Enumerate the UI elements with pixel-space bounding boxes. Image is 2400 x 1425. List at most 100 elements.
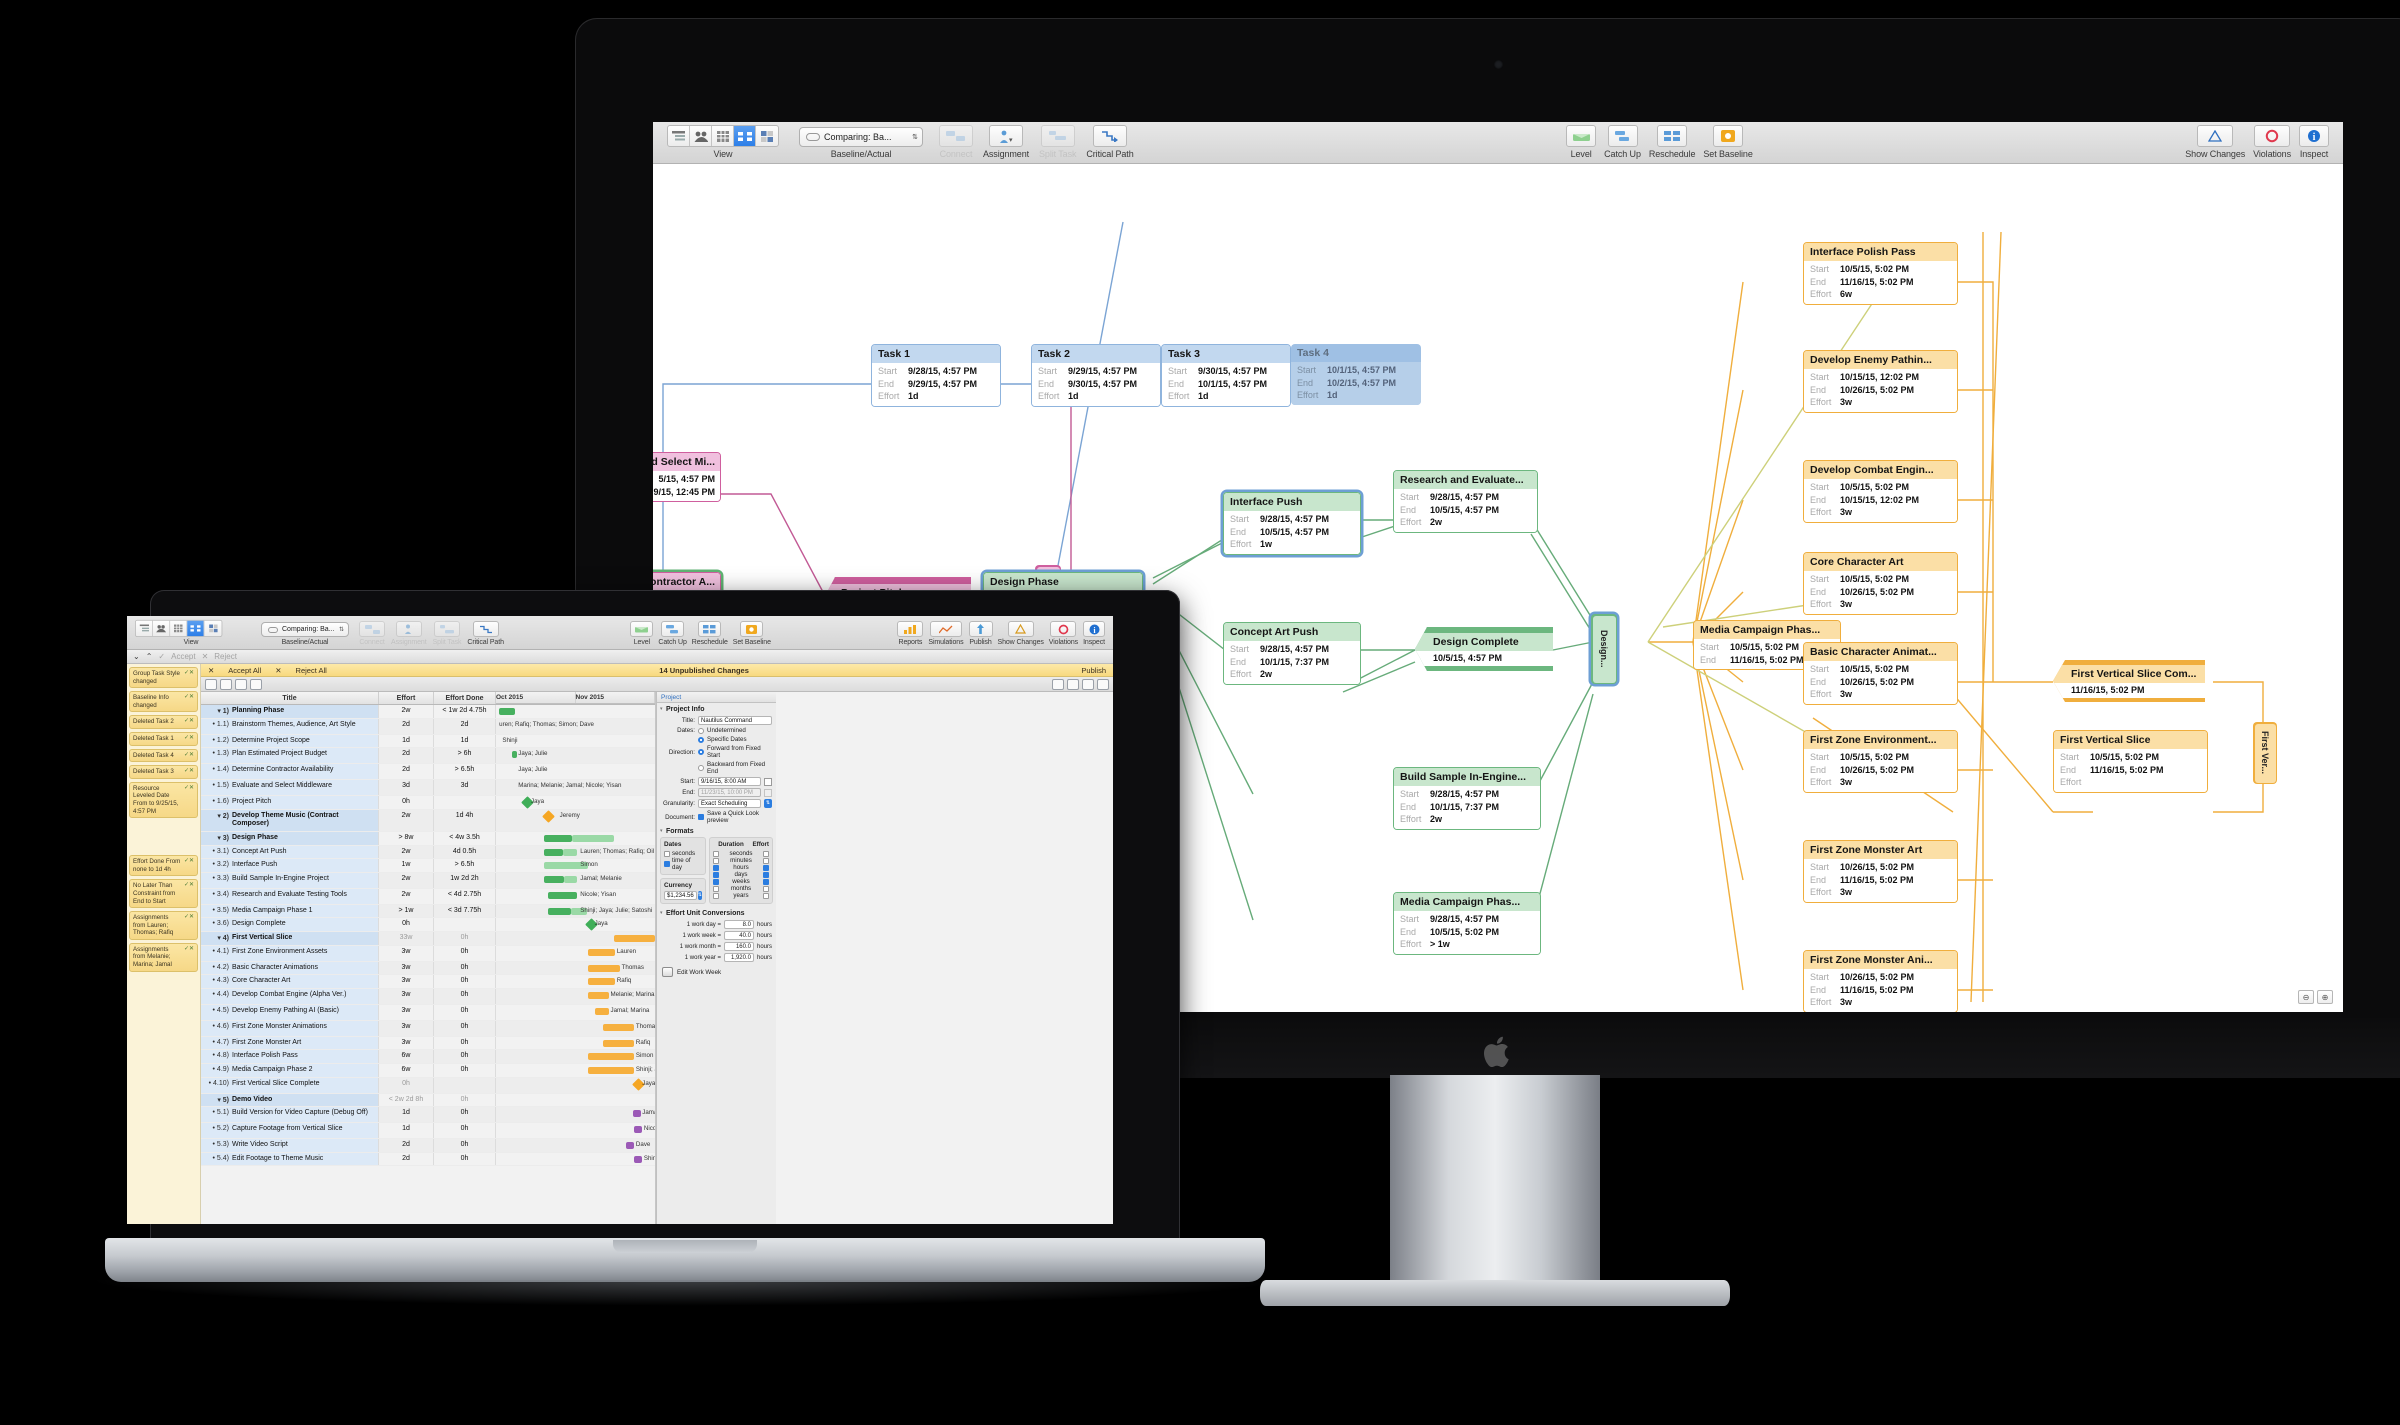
gantt-bar[interactable] <box>602 1023 635 1031</box>
gantt-bar[interactable] <box>588 948 616 956</box>
network-node-interface-polish-pass[interactable]: Interface Polish Pass Start 10/5/15, 5:02… <box>1803 242 1958 305</box>
accept-reject-bar[interactable]: ⌄ ⌃ ✓ Accept ✕ Reject <box>127 650 1113 664</box>
row-effort[interactable]: 1w <box>379 859 434 872</box>
gantt-bar[interactable] <box>548 907 571 915</box>
accept-all-button[interactable]: Accept All <box>221 666 268 675</box>
group-capsule-design[interactable]: Design... <box>1591 614 1617 684</box>
mb-inspect-group[interactable]: i Inspect <box>1083 621 1105 646</box>
radio-specific-dates[interactable] <box>698 736 704 743</box>
table-row[interactable]: • 4.2) Basic Character Animations 3w 0h Thom… <box>201 961 655 976</box>
network-node-develop-combat-engine[interactable]: Develop Combat Engin... Start 10/5/15, 5:… <box>1803 460 1958 523</box>
close-icon[interactable]: ✕ <box>201 666 221 675</box>
calendar-icon[interactable] <box>662 967 673 977</box>
row-effort-done[interactable]: 0h <box>434 961 496 975</box>
row-effort[interactable]: 3w <box>379 961 434 975</box>
table-row[interactable]: • 4.3) Core Character Art 3w 0h Rafiq <box>201 975 655 989</box>
milestone-first-vertical-slice-complete[interactable]: First Vertical Slice Com... 11/16/15, 5:… <box>2053 660 2205 702</box>
currency-box[interactable]: Currency $1,234.56 ⇅ <box>660 878 706 904</box>
row-effort-done[interactable]: 0h <box>434 1020 496 1036</box>
row-gantt-cell[interactable]: Shinji <box>496 735 655 748</box>
table-row[interactable]: • 4.1) First Zone Environment Assets 3w 0h L… <box>201 945 655 962</box>
checkbox-effort-weeks[interactable] <box>763 878 769 885</box>
accept-reject-icons[interactable]: ✓✕ <box>184 694 194 709</box>
row-title-cell[interactable]: • 3.4) Research and Evaluate Testing Tool… <box>201 888 379 904</box>
row-gantt-cell[interactable]: Thomas <box>496 961 655 975</box>
gantt-bar[interactable] <box>602 1039 635 1047</box>
network-node-core-character-art[interactable]: Core Character Art Start 10/5/15, 5:02 PM… <box>1803 552 1958 615</box>
gantt-bar[interactable] <box>562 848 578 856</box>
row-effort-done[interactable]: 0h <box>434 988 496 1004</box>
inspector-dates-row[interactable]: Dates: Undetermined <box>657 726 776 735</box>
reject-label[interactable]: Reject <box>214 652 237 661</box>
change-item[interactable]: Assignments from Lauren; Thomas; Rafiq ✓✕ <box>129 911 198 940</box>
row-title-cell[interactable]: • 3.2) Interface Push <box>201 859 379 872</box>
accept-label[interactable]: Accept <box>171 652 195 661</box>
row-effort-done[interactable]: 4d 0.5h <box>434 845 496 859</box>
checkbox-duration-days[interactable] <box>713 871 719 878</box>
row-effort-done[interactable]: 1d 4h <box>434 809 496 831</box>
network-node-develop-enemy-pathing[interactable]: Develop Enemy Pathin... Start 10/15/15, 1… <box>1803 350 1958 413</box>
gantt-bar[interactable] <box>543 834 573 842</box>
group-capsule-first-version[interactable]: First Ver... <box>2253 722 2277 784</box>
catch-up-icon[interactable] <box>661 621 685 637</box>
row-title-cell[interactable]: • 1.2) Determine Project Scope <box>201 734 379 748</box>
change-item[interactable]: Deleted Task 4 ✓✕ <box>129 748 198 763</box>
row-effort[interactable]: 2w <box>379 809 434 831</box>
resource-view-icon[interactable] <box>153 620 171 637</box>
checkbox-effort-months[interactable] <box>763 885 769 892</box>
row-effort-done[interactable]: 1d <box>434 734 496 748</box>
publish-bar[interactable]: ✕ Accept All ✕ Reject All 14 Unpublished… <box>201 664 1113 677</box>
column-header-effort[interactable]: Effort <box>379 692 434 704</box>
unit-row[interactable]: weeks <box>713 878 769 885</box>
mb-publish-group[interactable]: Publish <box>968 621 993 646</box>
unit-row[interactable]: years <box>713 892 769 899</box>
table-row[interactable]: ▾ 1) Planning Phase 2w < 1w 2d 4.75h <box>201 705 655 719</box>
row-effort[interactable]: 3w <box>379 975 434 988</box>
inspector-title-row[interactable]: Title: Nautilus Command <box>657 715 776 726</box>
export-icon[interactable] <box>1097 678 1109 690</box>
chevron-updown-icon[interactable]: ⇅ <box>764 799 772 808</box>
row-gantt-cell[interactable]: Simon <box>496 859 655 872</box>
gantt-bar[interactable] <box>613 934 655 942</box>
row-effort[interactable]: 3w <box>379 1036 434 1050</box>
mb-assignment-group[interactable]: Assignment <box>391 621 427 646</box>
gantt-bar[interactable] <box>588 978 616 986</box>
table-row[interactable]: • 3.4) Research and Evaluate Testing Tool… <box>201 888 655 905</box>
inspector-start-row[interactable]: Start: 9/16/15, 8:00 AM <box>657 776 776 787</box>
row-gantt-cell[interactable] <box>496 1094 655 1107</box>
row-gantt-cell[interactable]: Dave <box>496 1139 655 1152</box>
accept-reject-icons[interactable]: ✓✕ <box>184 752 194 760</box>
split-task-icon[interactable] <box>434 621 460 637</box>
row-title-cell[interactable]: • 1.5) Evaluate and Select Middleware <box>201 780 379 796</box>
inspector-section-conversions[interactable]: Effort Unit Conversions <box>657 907 776 919</box>
accept-reject-icons[interactable]: ✓✕ <box>184 946 194 969</box>
row-effort[interactable]: 1d <box>379 1123 434 1139</box>
row-effort-done[interactable]: > 6.5h <box>434 859 496 872</box>
reschedule-icon[interactable] <box>698 621 722 637</box>
inspector-direction-row-2[interactable]: Backward from Fixed End <box>657 760 776 776</box>
table-row[interactable]: • 4.7) First Zone Monster Art 3w 0h Rafiq <box>201 1036 655 1051</box>
row-effort-done[interactable]: 3d <box>434 780 496 796</box>
checkbox-duration-minutes[interactable] <box>713 857 719 864</box>
row-gantt-cell[interactable]: Nicole; Yisan <box>496 1123 655 1138</box>
change-item[interactable]: Baseline Info changed ✓✕ <box>129 691 198 713</box>
row-effort-done[interactable] <box>434 918 496 931</box>
checkbox-duration-months[interactable] <box>713 885 719 892</box>
gantt-bar[interactable] <box>499 708 516 715</box>
row-effort-done[interactable]: 0h <box>434 1063 496 1077</box>
mb-violations-group[interactable]: Violations <box>1049 621 1078 646</box>
table-row[interactable]: • 4.8) Interface Polish Pass 6w 0h Simon <box>201 1050 655 1064</box>
row-effort[interactable]: 3d <box>379 780 434 796</box>
gantt-bar[interactable] <box>626 1142 635 1150</box>
inspector-direction-row[interactable]: Direction: Forward from Fixed Start <box>657 744 776 760</box>
row-effort[interactable]: 2d <box>379 718 434 734</box>
row-effort[interactable]: 0h <box>379 796 434 809</box>
row-gantt-cell[interactable]: Jamal; Marina <box>496 1005 655 1020</box>
row-effort-done[interactable]: 0h <box>434 1093 496 1107</box>
conversion-field[interactable]: 40.0 <box>723 931 754 940</box>
change-item[interactable]: Effort Done From none to 1d 4h ✓✕ <box>129 855 198 877</box>
row-gantt-cell[interactable] <box>496 931 655 945</box>
row-title-cell[interactable]: • 4.4) Develop Combat Engine (Alpha Ver.) <box>201 988 379 1004</box>
row-effort[interactable]: 33w <box>379 931 434 945</box>
row-title-cell[interactable]: • 1.4) Determine Contractor Availability <box>201 764 379 780</box>
